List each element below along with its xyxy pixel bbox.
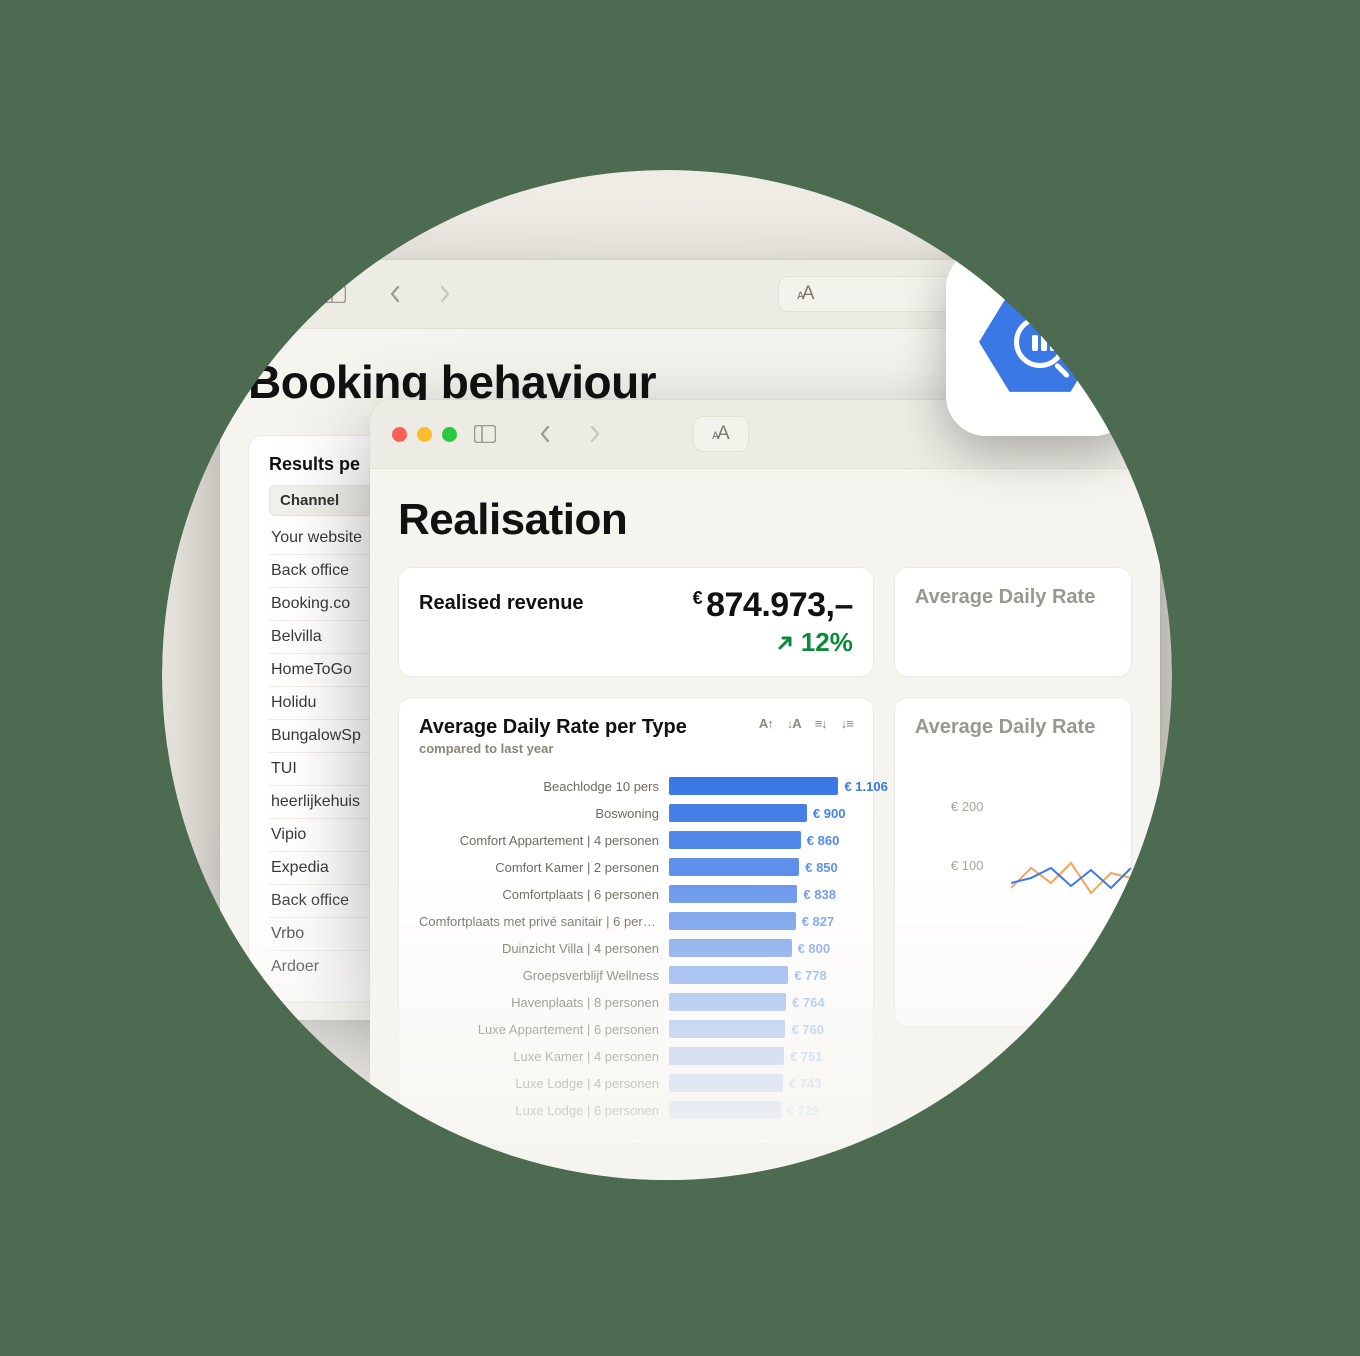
adr-bar-value: € 760 — [785, 1020, 824, 1038]
kpi-label: Realised revenue — [419, 586, 584, 615]
y-axis-tick: € 200 — [951, 799, 1111, 814]
adr-bar-row: Luxe Appartement | 6 personen € 760 — [419, 1017, 853, 1041]
adr-bar-row: Groepsverblijf Wellness € 778 — [419, 963, 853, 987]
sparkline-icon — [1011, 848, 1132, 908]
bigquery-icon — [979, 289, 1101, 395]
adr-bar — [669, 1074, 783, 1092]
card-average-daily-rate-small[interactable]: Average Daily Rate — [894, 567, 1132, 677]
adr-row-label: Groepsverblijf Wellness — [419, 968, 669, 983]
page-title: Realisation — [398, 495, 1132, 545]
sort-controls: A↑ ↓A ≡↓ ↓≡ — [759, 716, 853, 731]
adr-bar — [669, 1047, 784, 1065]
adr-bar — [669, 912, 796, 930]
adr-row-label: Comfortplaats | 6 personen — [419, 887, 669, 902]
card-title: Average Daily Rate — [915, 716, 1111, 739]
close-icon[interactable] — [392, 427, 407, 442]
adr-bar-value: € 827 — [796, 912, 835, 930]
adr-row-label: Luxe Kamer | 4 personen — [419, 1049, 669, 1064]
sort-value-asc-icon[interactable]: ↓≡ — [841, 716, 853, 731]
card-adr-line-chart[interactable]: Average Daily Rate € 200 € 100 — [894, 697, 1132, 1027]
text-size-icon[interactable]: ᴀA — [797, 283, 815, 305]
adr-row-label: Beachlodge 10 pers — [419, 779, 669, 794]
adr-row-label: Havenplaats | 8 personen — [419, 995, 669, 1010]
sidebar-toggle-icon[interactable] — [321, 282, 349, 306]
close-icon[interactable] — [242, 287, 257, 302]
maximize-icon[interactable] — [292, 287, 307, 302]
nav-forward-icon[interactable] — [581, 422, 609, 446]
card-subtitle: compared to last year — [419, 741, 687, 756]
adr-row-label: Comfort Appartement | 4 personen — [419, 833, 669, 848]
analytics-badge[interactable] — [946, 248, 1134, 436]
adr-row-label: Luxe Appartement | 6 personen — [419, 1022, 669, 1037]
traffic-lights — [242, 287, 307, 302]
adr-bar — [669, 1101, 781, 1119]
address-bar[interactable]: ᴀA — [693, 416, 749, 452]
adr-row-label: Luxe Lodge | 6 personen — [419, 1103, 669, 1118]
card-adr-per-type: Average Daily Rate per Type compared to … — [398, 697, 874, 1144]
adr-row-label: Duinzicht Villa | 4 personen — [419, 941, 669, 956]
sort-az-asc-icon[interactable]: A↑ — [759, 716, 773, 731]
nav-forward-icon[interactable] — [431, 282, 459, 306]
adr-bar-value: € 743 — [783, 1074, 822, 1092]
adr-row-label: Comfortplaats met privé sanitair | 6 per… — [419, 914, 669, 929]
minimize-icon[interactable] — [417, 427, 432, 442]
adr-row-label: Comfort Kamer | 2 personen — [419, 860, 669, 875]
minimize-icon[interactable] — [267, 287, 282, 302]
nav-back-icon[interactable] — [531, 422, 559, 446]
adr-bar-chart: Beachlodge 10 pers€ 1.106 Boswoning € 900 C… — [419, 774, 853, 1122]
adr-bar-value: € 751 — [784, 1047, 823, 1065]
window-realisation: ᴀA Realisation Realised revenue €874.973… — [370, 400, 1160, 1180]
traffic-lights — [392, 427, 457, 442]
adr-row-label: Luxe Lodge | 4 personen — [419, 1076, 669, 1091]
adr-row-label: Boswoning — [419, 806, 669, 821]
adr-bar-row: Comfortplaats | 6 personen € 838 — [419, 882, 853, 906]
adr-bar-row: Luxe Kamer | 4 personen € 751 — [419, 1044, 853, 1068]
sort-az-desc-icon[interactable]: ↓A — [787, 716, 801, 731]
adr-bar-row: Luxe Lodge | 6 personen € 729 — [419, 1098, 853, 1122]
kpi-realised-revenue: Realised revenue €874.973,– 12% — [398, 567, 874, 677]
sidebar-toggle-icon[interactable] — [471, 422, 499, 446]
adr-bar-row: Havenplaats | 8 personen € 764 — [419, 990, 853, 1014]
adr-bar — [669, 858, 799, 876]
adr-bar — [669, 1020, 785, 1038]
adr-bar — [669, 939, 792, 957]
adr-bar-value: € 1.106 — [838, 777, 887, 795]
nav-back-icon[interactable] — [381, 282, 409, 306]
adr-bar — [669, 993, 786, 1011]
adr-bar-value: € 850 — [799, 858, 838, 876]
kpi-value: €874.973,– — [693, 586, 853, 625]
kpi-delta: 12% — [775, 627, 853, 658]
card-title: Average Daily Rate per Type — [419, 716, 687, 739]
text-size-icon[interactable]: ᴀA — [712, 423, 730, 445]
adr-bar — [669, 966, 788, 984]
adr-bar-row: Comfort Kamer | 2 personen € 850 — [419, 855, 853, 879]
adr-bar-value: € 729 — [781, 1101, 820, 1119]
adr-bar-value: € 860 — [801, 831, 840, 849]
adr-bar — [669, 831, 801, 849]
maximize-icon[interactable] — [442, 427, 457, 442]
adr-bar-row: Comfortplaats met privé sanitair | 6 per… — [419, 909, 853, 933]
adr-bar-value: € 900 — [807, 804, 846, 822]
adr-bar-row: Beachlodge 10 pers€ 1.106 — [419, 774, 853, 798]
sort-value-desc-icon[interactable]: ≡↓ — [815, 716, 827, 731]
adr-bar-row: Boswoning € 900 — [419, 801, 853, 825]
adr-bar-value: € 800 — [792, 939, 831, 957]
adr-bar-value: € 778 — [788, 966, 827, 984]
adr-bar-row: Comfort Appartement | 4 personen € 860 — [419, 828, 853, 852]
adr-bar — [669, 777, 838, 795]
adr-bar-value: € 764 — [786, 993, 825, 1011]
adr-bar-value: € 838 — [797, 885, 836, 903]
arrow-up-right-icon — [775, 633, 795, 653]
adr-bar-row: Duinzicht Villa | 4 personen € 800 — [419, 936, 853, 960]
adr-bar — [669, 885, 797, 903]
adr-bar — [669, 804, 807, 822]
adr-bar-row: Luxe Lodge | 4 personen € 743 — [419, 1071, 853, 1095]
